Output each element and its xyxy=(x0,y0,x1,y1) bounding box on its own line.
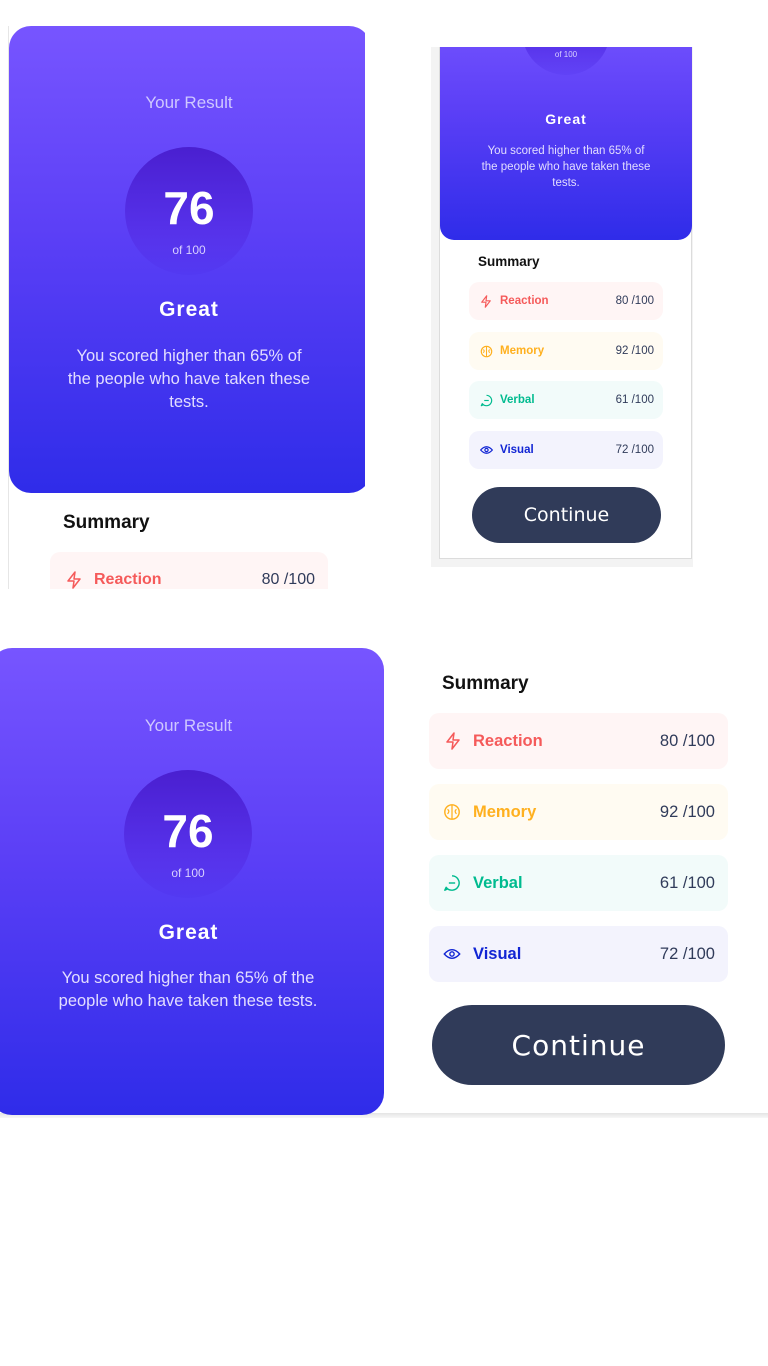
summary-row-verbal[interactable]: Verbal 61 /100 xyxy=(469,381,663,419)
summary-label: Reaction xyxy=(500,295,549,307)
result-description: You scored higher than 65% of the people… xyxy=(67,347,311,411)
summary-row-reaction[interactable]: Reaction 80 /100 xyxy=(50,552,328,589)
summary-title: Summary xyxy=(442,673,529,694)
summary-score: 92 /100 xyxy=(660,803,715,822)
score-out-of: of 100 xyxy=(554,50,578,59)
score-total: /100 xyxy=(631,345,654,357)
score-circle: 76 of 100 xyxy=(522,47,610,75)
summary-row-reaction[interactable]: Reaction 80 /100 xyxy=(429,713,728,769)
score-total: /100 xyxy=(283,571,315,588)
preview-mobile-right: 76 of 100 Great You scored higher than 6… xyxy=(431,47,693,567)
summary-row-visual[interactable]: Visual 72 /100 xyxy=(429,926,728,982)
lightning-icon xyxy=(65,571,83,589)
result-description: You scored higher than 65% of the people… xyxy=(58,969,318,1010)
score-total: /100 xyxy=(682,873,715,892)
rating-label: Great xyxy=(158,921,219,944)
summary-label: Memory xyxy=(500,345,545,357)
eye-icon xyxy=(479,445,493,455)
brain-icon xyxy=(442,803,462,821)
lightning-icon xyxy=(444,732,462,750)
summary-score: 80 /100 xyxy=(616,295,654,307)
summary-label: Visual xyxy=(500,444,534,456)
summary-label: Memory xyxy=(473,802,537,821)
score-number: 92 xyxy=(659,802,679,821)
score-number: 92 xyxy=(615,345,629,357)
continue-button[interactable]: Continue xyxy=(472,487,661,543)
lightning-icon xyxy=(480,294,492,308)
score-total: /100 xyxy=(682,731,715,750)
summary-label: Visual xyxy=(473,944,522,963)
score-number: 61 xyxy=(615,394,629,406)
summary-title: Summary xyxy=(478,254,540,269)
summary-row-visual[interactable]: Visual 72 /100 xyxy=(469,431,663,469)
score-total: /100 xyxy=(682,944,715,963)
brain-icon xyxy=(479,345,493,358)
summary-label: Reaction xyxy=(94,571,162,588)
score-out-of: of 100 xyxy=(172,243,206,257)
score-total: /100 xyxy=(631,295,654,307)
summary-row-memory[interactable]: Memory 92 /100 xyxy=(469,332,663,370)
score-total: /100 xyxy=(631,394,654,406)
score-number: 80 xyxy=(659,731,679,750)
score-circle: 76 of 100 xyxy=(125,147,253,275)
summary-label: Verbal xyxy=(500,394,535,406)
summary-score: 80 /100 xyxy=(262,571,315,589)
summary-score: 72 /100 xyxy=(616,444,654,456)
result-description: You scored higher than 65% of the people… xyxy=(481,145,651,189)
score-number: 72 xyxy=(615,444,629,456)
result-card-small: 76 of 100 Great You scored higher than 6… xyxy=(440,47,692,240)
preview-desktop: Your Result 76 of 100 Great You scored h… xyxy=(0,647,768,1119)
score-value: 76 xyxy=(163,182,215,234)
summary-label: Reaction xyxy=(473,731,543,750)
score-total: /100 xyxy=(682,802,715,821)
result-card: Your Result 76 of 100 Great You scored h… xyxy=(9,26,365,493)
result-heading: Your Result xyxy=(145,93,233,112)
chat-icon xyxy=(479,394,493,407)
summary-row-memory[interactable]: Memory 92 /100 xyxy=(429,784,728,840)
score-number: 72 xyxy=(659,944,679,963)
summary-score: 61 /100 xyxy=(660,874,715,893)
rating-label: Great xyxy=(159,298,219,321)
score-circle: 76 of 100 xyxy=(124,770,252,898)
result-card: Your Result 76 of 100 Great You scored h… xyxy=(0,648,384,1115)
summary-row-verbal[interactable]: Verbal 61 /100 xyxy=(429,855,728,911)
summary-score: 61 /100 xyxy=(616,394,654,406)
summary-score: 80 /100 xyxy=(660,732,715,751)
score-number: 61 xyxy=(659,873,679,892)
score-number: 80 xyxy=(615,295,629,307)
summary-label: Verbal xyxy=(473,873,523,892)
chat-icon xyxy=(442,874,462,892)
summary-title: Summary xyxy=(63,512,150,533)
score-number: 80 xyxy=(261,571,280,588)
summary-score: 72 /100 xyxy=(660,945,715,964)
preview-mobile-left: Your Result 76 of 100 Great You scored h… xyxy=(0,26,365,589)
summary-row-reaction[interactable]: Reaction 80 /100 xyxy=(469,282,663,320)
score-out-of: of 100 xyxy=(171,866,205,880)
continue-button[interactable]: Continue xyxy=(432,1005,725,1085)
summary-score: 92 /100 xyxy=(616,345,654,357)
score-value: 76 xyxy=(162,805,214,857)
eye-icon xyxy=(442,948,462,960)
score-total: /100 xyxy=(631,444,654,456)
rating-label: Great xyxy=(545,111,587,127)
result-heading: Your Result xyxy=(144,716,233,735)
